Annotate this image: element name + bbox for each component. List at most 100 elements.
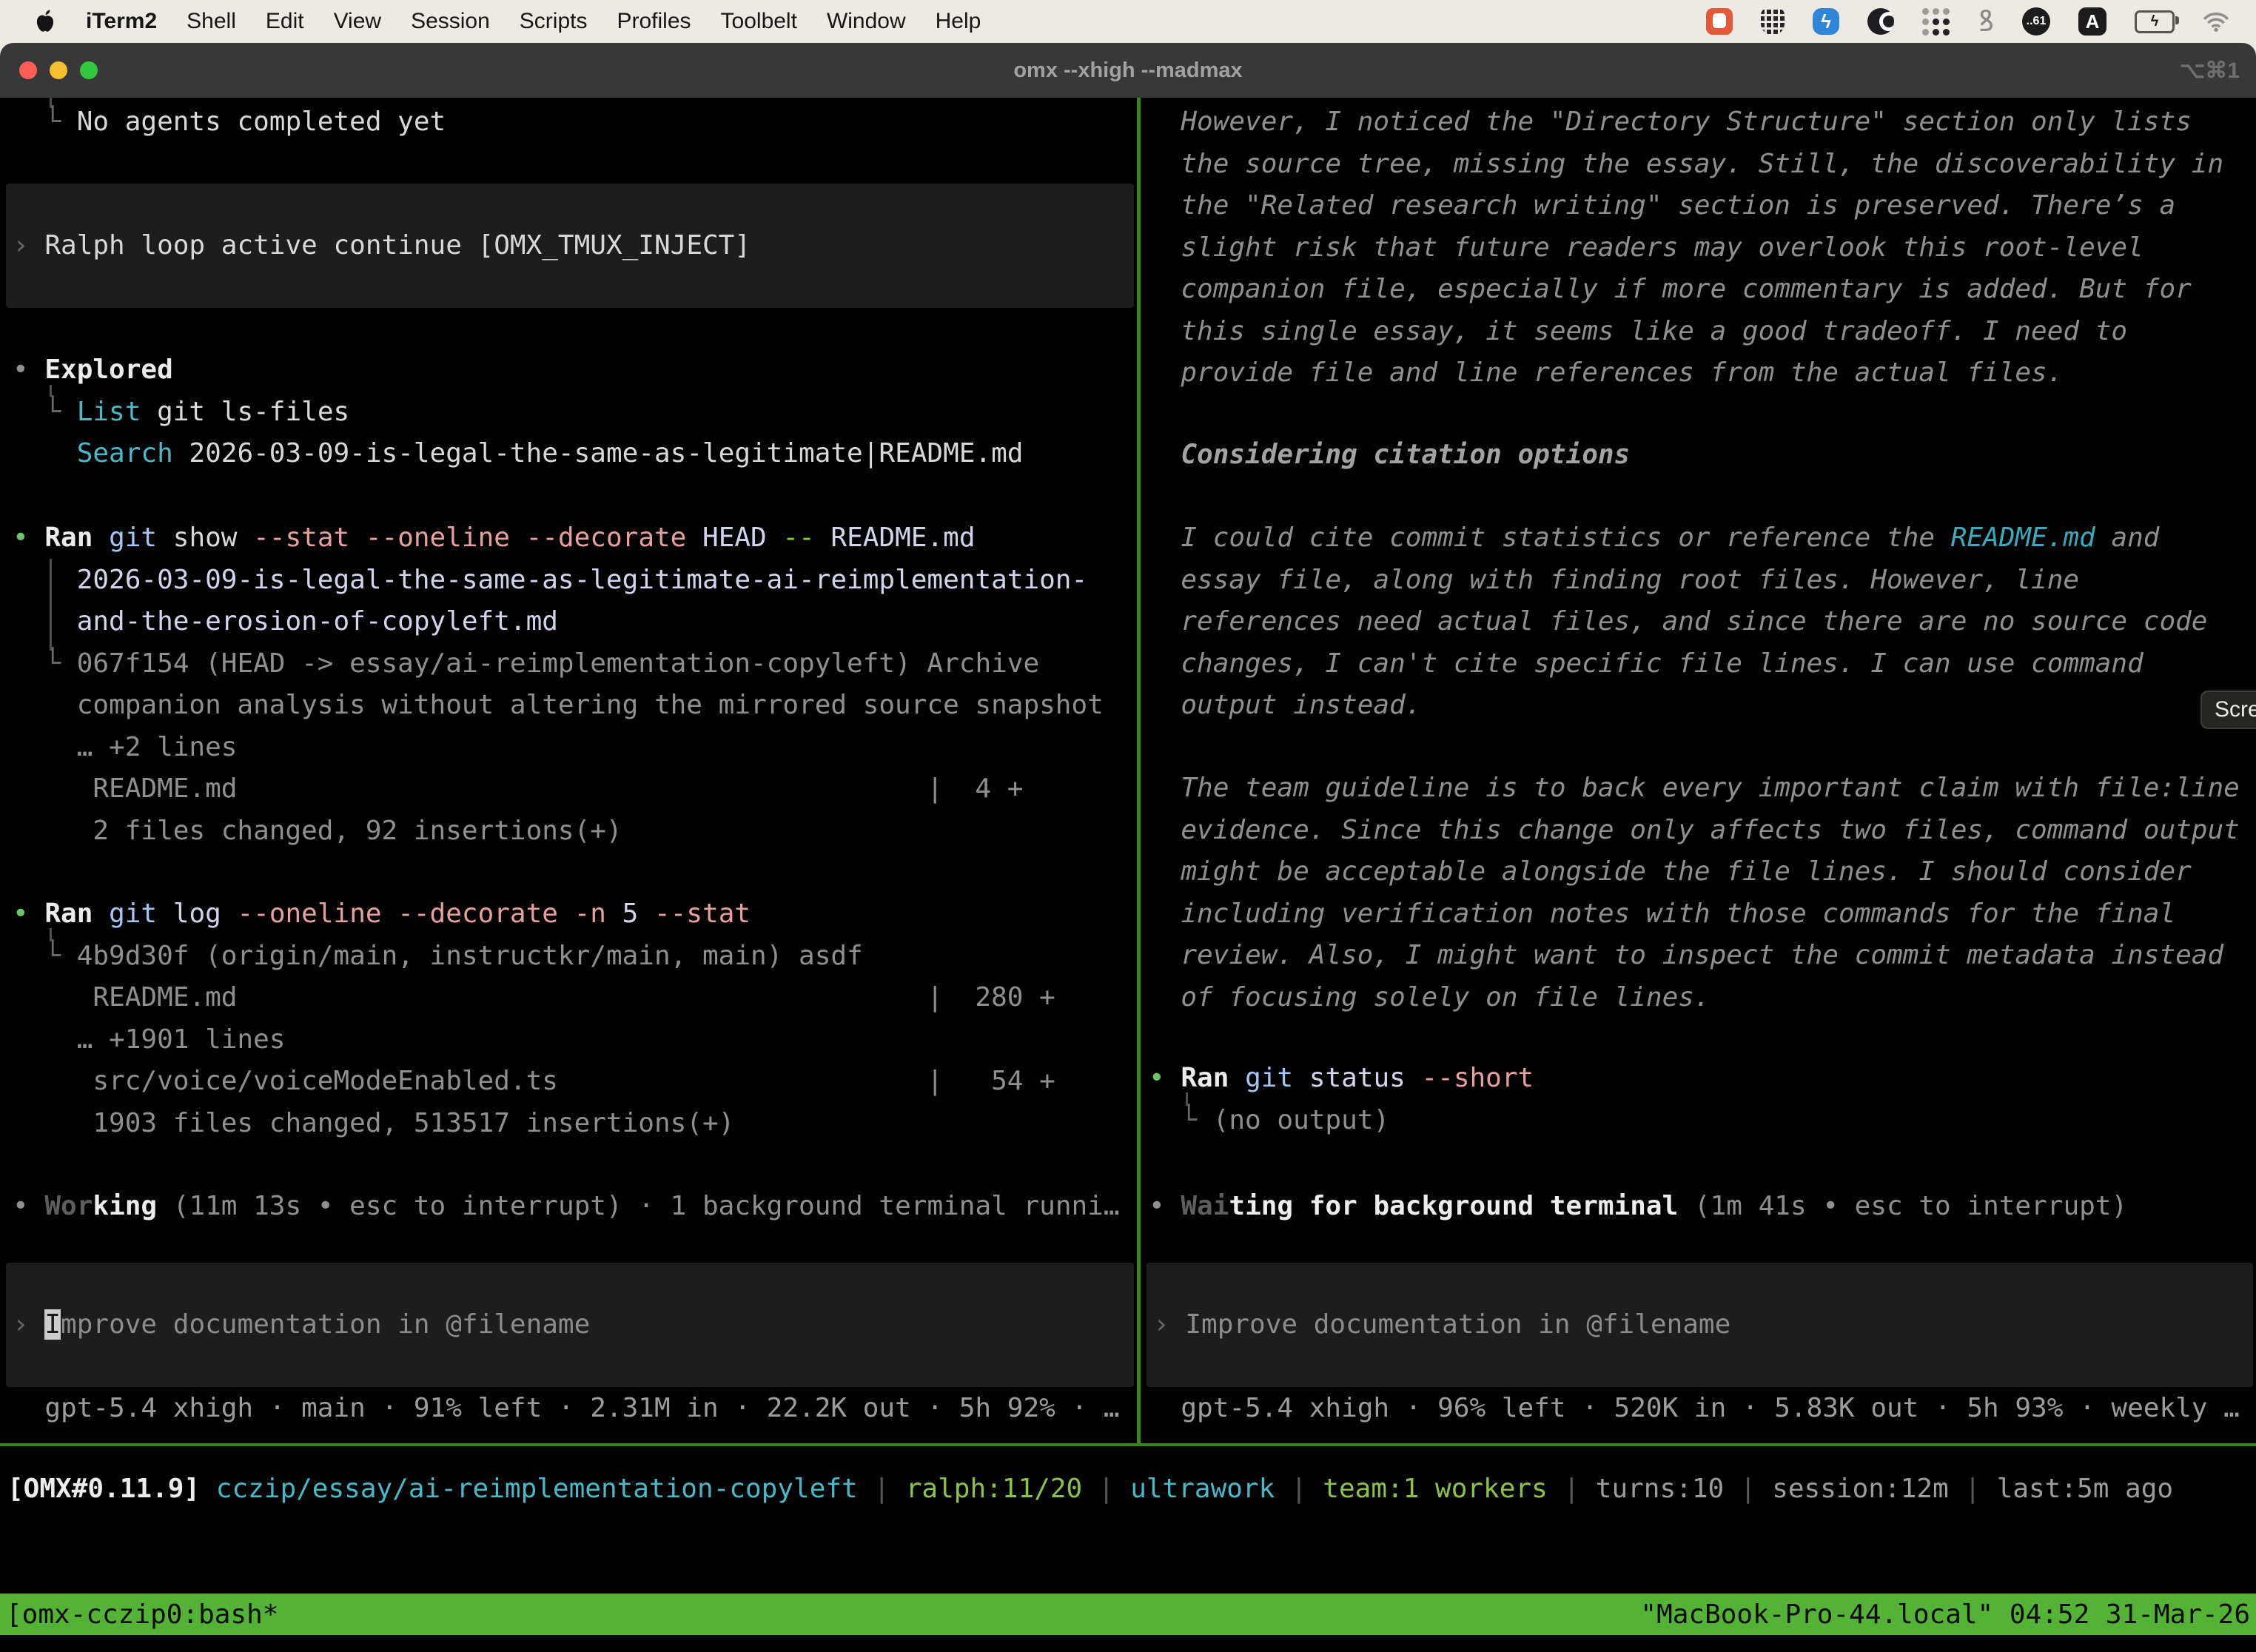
letter-a-icon[interactable]: A (2078, 7, 2106, 36)
terminal-line: slight risk that future readers may over… (1149, 227, 2256, 269)
terminal-pane-right[interactable]: However, I noticed the "Directory Struct… (1141, 98, 2256, 1443)
thinking-paragraph-1: However, I noticed the "Directory Struct… (1149, 101, 2256, 394)
menu-item-profiles[interactable]: Profiles (617, 9, 691, 34)
apple-menu-icon[interactable] (34, 9, 56, 34)
macos-menubar: iTerm2 Shell Edit View Session Scripts P… (0, 0, 2256, 43)
model-status-left: gpt-5.4 xhigh · main · 91% left · 2.31M … (13, 1388, 1137, 1430)
menu-item-shell[interactable]: Shell (187, 9, 236, 34)
terminal-line: • Working (11m 13s • esc to interrupt) ·… (13, 1186, 1137, 1228)
terminal-line: Search 2026-03-09-is-legal-the-same-as-l… (13, 433, 1137, 475)
tmux-session-window: [omx-cczip0:bash* (6, 1599, 278, 1630)
tree-connector (1186, 1092, 1188, 1106)
terminal-line: evidence. Since this change only affects… (1149, 810, 2256, 852)
terminal-line: essay file, along with finding root file… (1149, 560, 2256, 602)
git-status-block: • Ran git status --short └ (no output) (1149, 1058, 2256, 1141)
screenshot-app-icon[interactable] (1706, 8, 1733, 35)
pane-divider-horizontal (0, 1443, 2256, 1446)
menu-item-edit[interactable]: Edit (266, 9, 304, 34)
terminal-line: the source tree, missing the essay. Stil… (1149, 144, 2256, 186)
zoom-button[interactable] (80, 61, 98, 79)
tmux-status-bar[interactable]: [omx-cczip0:bash* "MacBook-Pro-44.local"… (0, 1594, 2256, 1635)
dots-grid-icon[interactable] (1922, 7, 1950, 36)
window-shortcut-badge: ⌥⌘1 (2180, 58, 2240, 84)
menu-item-help[interactable]: Help (936, 9, 981, 34)
menu-item-app[interactable]: iTerm2 (86, 9, 157, 34)
thinking-paragraph-2: I could cite commit statistics or refere… (1149, 517, 2256, 727)
terminal-line: • Ran git log --oneline --decorate -n 5 … (13, 893, 1137, 936)
terminal-line: of focusing solely on file lines. (1149, 977, 2256, 1019)
wifi-icon[interactable] (2203, 11, 2229, 32)
screen-tooltip-text: Scre (2215, 697, 2256, 722)
shield-grid-icon[interactable] (1761, 8, 1785, 35)
terminal-pane-left[interactable]: └ No agents completed yet › Ralph loop a… (0, 98, 1137, 1443)
window-titlebar[interactable]: omx --xhigh --madmax ⌥⌘1 (0, 43, 2256, 98)
omx-status-bar: [OMX#0.11.9] cczip/essay/ai-reimplementa… (7, 1468, 2173, 1511)
waiting-status-line: • Waiting for background terminal (1m 41… (1149, 1186, 2256, 1228)
injected-command: › Ralph loop active continue [OMX_TMUX_I… (13, 225, 751, 267)
terminal-line: including verification notes with those … (1149, 893, 2256, 936)
terminal-line: • Ran git status --short (1149, 1058, 2256, 1100)
terminal-line: • Explored (13, 349, 1137, 392)
screen-tooltip: Scre (2200, 691, 2256, 729)
terminal-line: The team guideline is to back every impo… (1149, 768, 2256, 810)
terminal-line: However, I noticed the "Directory Struct… (1149, 101, 2256, 144)
prompt-input-left[interactable]: › Improve documentation in @filename (6, 1263, 1134, 1387)
menu-item-toolbelt[interactable]: Toolbelt (721, 9, 797, 34)
terminal-line: › Improve documentation in @filename (13, 1304, 590, 1346)
terminal-line: … +2 lines (13, 727, 1137, 769)
terminal-line: companion file, especially if more comme… (1149, 269, 2256, 311)
git-log-block: • Ran git log --oneline --decorate -n 5 … (13, 893, 1137, 1144)
terminal-line: • Waiting for background terminal (1m 41… (1149, 1186, 2256, 1228)
terminal-line: and-the-erosion-of-copyleft.md (13, 601, 1137, 643)
terminal-line: 1903 files changed, 513517 insertions(+) (13, 1103, 1137, 1145)
terminal-line: └ 067f154 (HEAD -> essay/ai-reimplementa… (13, 643, 1137, 685)
squiggle-icon[interactable]: ꝸ (1978, 8, 1994, 35)
git-show-block: • Ran git show --stat --oneline --decora… (13, 517, 1137, 852)
terminal-line: might be acceptable alongside the file l… (1149, 851, 2256, 893)
moon-circle-icon[interactable] (1867, 8, 1894, 35)
terminal-line: provide file and line references from th… (1149, 352, 2256, 394)
tree-connector (50, 928, 52, 941)
traffic-lights (19, 43, 98, 98)
menubar-status-icons: ϟ ꝸ ..61 A ϟ (1706, 7, 2229, 36)
close-button[interactable] (19, 61, 37, 79)
agents-completed-note: └ No agents completed yet (13, 101, 1137, 144)
thinking-paragraph-3: The team guideline is to back every impo… (1149, 768, 2256, 1018)
terminal-line: [OMX#0.11.9] cczip/essay/ai-reimplementa… (7, 1468, 2173, 1511)
terminal-line: └ No agents completed yet (13, 101, 1137, 144)
tree-connector (50, 98, 52, 108)
terminal-line: Considering citation options (1149, 434, 2256, 477)
terminal-line: src/voice/voiceModeEnabled.ts | 54 + (13, 1061, 1137, 1103)
terminal-line: … +1901 lines (13, 1019, 1137, 1061)
terminal-line: └ 4b9d30f (origin/main, instructkr/main,… (13, 936, 1137, 978)
thinking-heading: Considering citation options (1149, 434, 2256, 477)
prompt-placeholder-right: › Improve documentation in @filename (1153, 1304, 1730, 1346)
terminal-line: └ List git ls-files (13, 392, 1137, 434)
terminal-line: 2026-03-09-is-legal-the-same-as-legitima… (13, 560, 1137, 602)
menu-item-window[interactable]: Window (827, 9, 906, 34)
explored-block: • Explored └ List git ls-files Search 20… (13, 349, 1137, 475)
terminal-line: the "Related research writing" section i… (1149, 185, 2256, 227)
terminal-line: › Ralph loop active continue [OMX_TMUX_I… (13, 225, 751, 267)
menu-item-scripts[interactable]: Scripts (520, 9, 588, 34)
working-status-line: • Working (11m 13s • esc to interrupt) ·… (13, 1186, 1137, 1228)
terminal-line: changes, I can't cite specific file line… (1149, 643, 2256, 685)
battery-icon[interactable]: ϟ (2135, 10, 2175, 33)
blue-bolt-icon[interactable]: ϟ (1813, 8, 1839, 35)
terminal-line: › Improve documentation in @filename (1153, 1304, 1730, 1346)
terminal-line: 2 files changed, 92 insertions(+) (13, 810, 1137, 853)
tmux-host-clock: "MacBook-Pro-44.local" 04:52 31-Mar-26 (1640, 1599, 2250, 1630)
terminal-line: this single essay, it seems like a good … (1149, 311, 2256, 353)
model-status-right: gpt-5.4 xhigh · 96% left · 520K in · 5.8… (1149, 1388, 2256, 1430)
prompt-input-right[interactable]: › Improve documentation in @filename (1147, 1263, 2253, 1387)
prompt-box-injected[interactable]: › Ralph loop active continue [OMX_TMUX_I… (6, 184, 1134, 308)
menu-item-view[interactable]: View (334, 9, 381, 34)
terminal-line: review. Also, I might want to inspect th… (1149, 935, 2256, 977)
badge-61-icon[interactable]: ..61 (2022, 7, 2050, 36)
terminal-line: • Ran git show --stat --oneline --decora… (13, 517, 1137, 560)
tree-connector (50, 385, 52, 397)
minimize-button[interactable] (50, 61, 67, 79)
terminal-line: references need actual files, and since … (1149, 601, 2256, 643)
menu-item-session[interactable]: Session (411, 9, 490, 34)
tree-connector (50, 559, 52, 651)
